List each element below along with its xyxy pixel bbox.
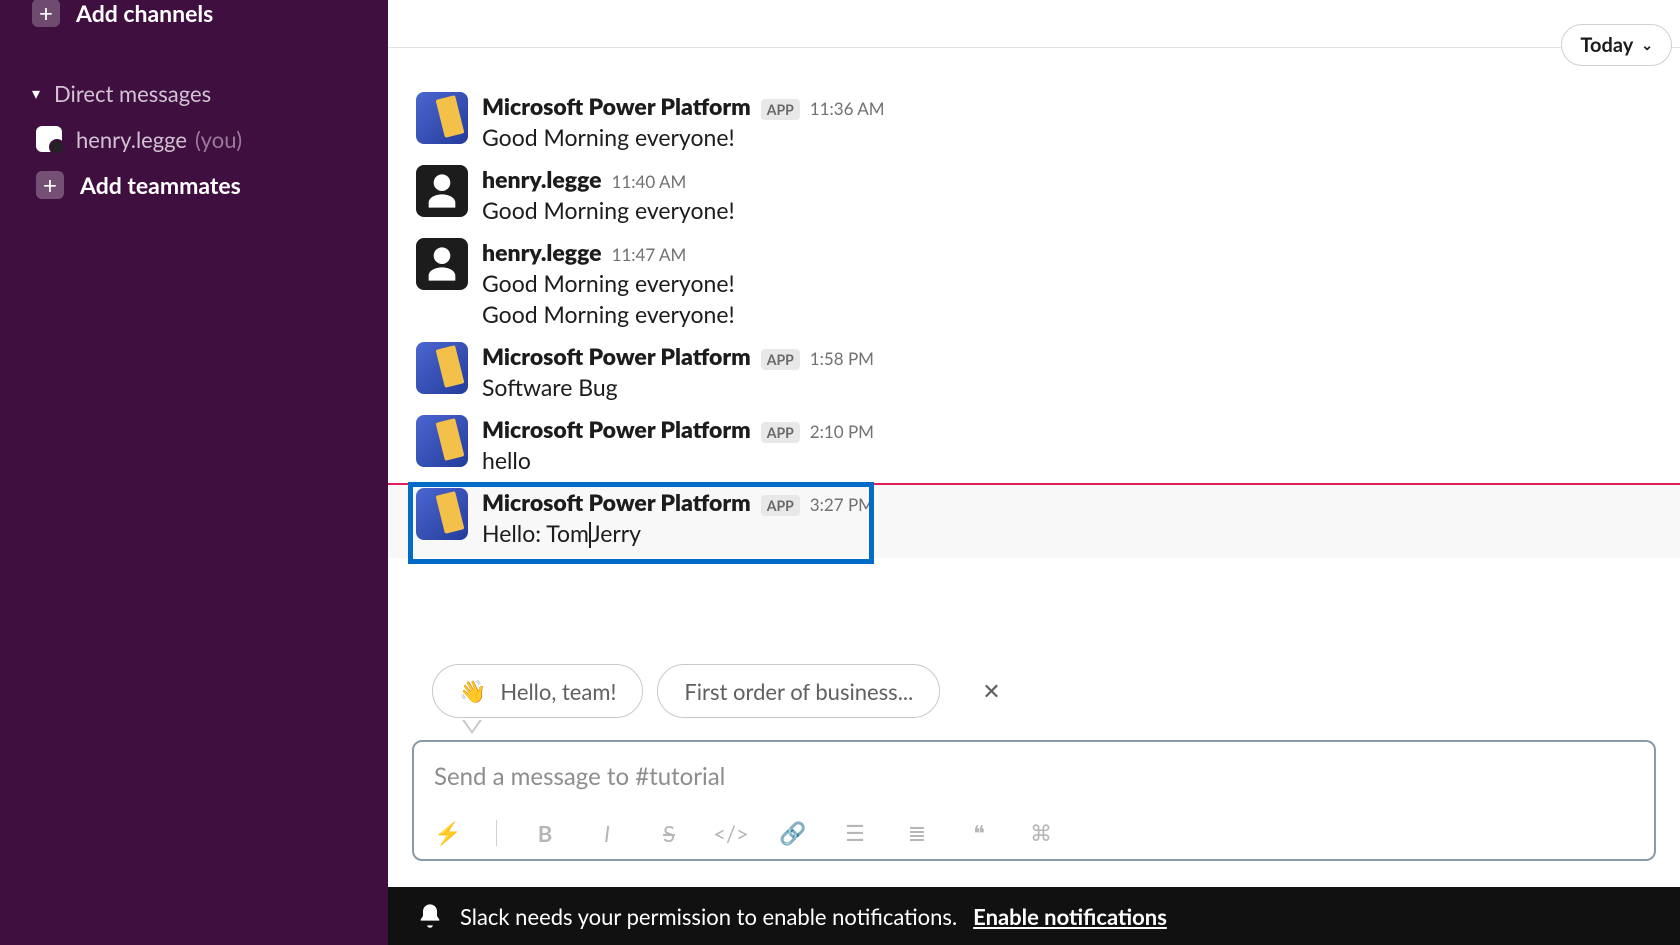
message-timestamp: 11:36 AM: [810, 98, 885, 119]
code-block-icon[interactable]: ⌘: [1027, 819, 1055, 847]
message-row[interactable]: Microsoft Power Platform APP 3:27 PM Hello:…: [388, 484, 1680, 558]
message-timestamp: 2:10 PM: [810, 421, 874, 442]
strikethrough-icon[interactable]: S: [655, 819, 683, 847]
enable-notifications-link[interactable]: Enable notifications: [973, 903, 1167, 930]
app-avatar-icon[interactable]: [416, 488, 468, 540]
message-sender[interactable]: Microsoft Power Platform: [482, 342, 751, 370]
text-cursor-icon: [589, 522, 591, 548]
toolbar-separator: [496, 820, 497, 846]
dm-section-label: Direct messages: [54, 80, 211, 107]
message-sender[interactable]: Microsoft Power Platform: [482, 488, 751, 516]
message-row[interactable]: henry.legge 11:40 AM Good Morning everyone…: [388, 161, 1680, 234]
message-row[interactable]: Microsoft Power Platform APP 2:10 PM hello: [388, 411, 1680, 484]
user-avatar-icon[interactable]: [416, 165, 468, 217]
bold-icon[interactable]: B: [531, 819, 559, 847]
message-composer[interactable]: Send a message to #tutorial ⚡ B I S </> …: [412, 740, 1656, 861]
bell-icon: [416, 902, 444, 930]
italic-icon[interactable]: I: [593, 819, 621, 847]
app-badge: APP: [761, 422, 800, 443]
composer-placeholder: Send a message to #tutorial: [434, 762, 1634, 791]
message-text: Good Morning everyone!: [482, 196, 1666, 224]
shortcuts-icon[interactable]: ⚡: [434, 819, 462, 847]
suggestion-label: First order of business...: [684, 678, 913, 705]
message-timestamp: 3:27 PM: [810, 494, 874, 515]
message-text: Good Morning everyone!: [482, 300, 1666, 328]
composer-toolbar: ⚡ B I S </> 🔗 ☰ ≣ ❝ ⌘: [434, 819, 1634, 847]
ordered-list-icon[interactable]: ☰: [841, 819, 869, 847]
message-sender[interactable]: Microsoft Power Platform: [482, 92, 751, 120]
channel-main: Today ⌄ Microsoft Power Platform APP 11:36…: [388, 0, 1680, 945]
app-avatar-icon[interactable]: [416, 342, 468, 394]
message-sender[interactable]: henry.legge: [482, 165, 602, 193]
message-sender[interactable]: Microsoft Power Platform: [482, 415, 751, 443]
date-divider: Today ⌄: [388, 0, 1680, 48]
message-timestamp: 11:40 AM: [612, 171, 687, 192]
bullet-list-icon[interactable]: ≣: [903, 819, 931, 847]
notification-text: Slack needs your permission to enable no…: [460, 903, 957, 930]
user-avatar-icon[interactable]: [416, 238, 468, 290]
dismiss-suggestions-button[interactable]: ✕: [982, 677, 1000, 705]
app-badge: APP: [761, 99, 800, 120]
message-timestamp: 11:47 AM: [612, 244, 687, 265]
dm-self-you: (you): [195, 126, 242, 153]
chevron-down-icon: ▾: [32, 84, 40, 103]
link-icon[interactable]: 🔗: [779, 819, 807, 847]
message-text: Good Morning everyone!: [482, 123, 1666, 151]
chip-pointer-icon: [462, 720, 482, 734]
dm-self-name: henry.legge: [76, 126, 187, 153]
new-message-line: [388, 483, 1680, 485]
suggested-messages-row: 👋 Hello, team! First order of business..…: [388, 644, 1680, 740]
app-avatar-icon[interactable]: [416, 92, 468, 144]
suggestion-first-order[interactable]: First order of business...: [657, 664, 940, 718]
add-channels-label: Add channels: [76, 0, 213, 27]
message-text: hello: [482, 446, 1666, 474]
avatar-self-icon: [36, 126, 62, 152]
message-row[interactable]: henry.legge 11:47 AM Good Morning everyone…: [388, 234, 1680, 338]
dm-section-header[interactable]: ▾ Direct messages: [0, 70, 388, 116]
message-text: Hello: TomJerry: [482, 519, 1666, 548]
wave-icon: 👋: [459, 677, 486, 705]
blockquote-icon[interactable]: ❝: [965, 819, 993, 847]
message-text: Good Morning everyone!: [482, 269, 1666, 297]
notification-banner: Slack needs your permission to enable no…: [388, 887, 1680, 945]
app-badge: APP: [761, 495, 800, 516]
message-text: Software Bug: [482, 373, 1666, 401]
message-timestamp: 1:58 PM: [810, 348, 874, 369]
dm-self-item[interactable]: henry.legge (you): [0, 116, 388, 162]
sidebar: + Add channels ▾ Direct messages henry.l…: [0, 0, 388, 945]
add-channels-button[interactable]: + Add channels: [0, 0, 388, 36]
add-teammates-label: Add teammates: [80, 171, 241, 199]
suggestion-label: Hello, team!: [500, 678, 616, 705]
message-list: Microsoft Power Platform APP 11:36 AM Good …: [388, 48, 1680, 644]
code-icon[interactable]: </>: [717, 819, 745, 847]
message-row[interactable]: Microsoft Power Platform APP 1:58 PM Softwa…: [388, 338, 1680, 411]
app-avatar-icon[interactable]: [416, 415, 468, 467]
add-teammates-button[interactable]: + Add teammates: [0, 162, 388, 208]
plus-icon: +: [32, 0, 60, 27]
message-row[interactable]: Microsoft Power Platform APP 11:36 AM Good …: [388, 88, 1680, 161]
suggestion-hello-team[interactable]: 👋 Hello, team!: [432, 664, 643, 718]
plus-icon: +: [36, 171, 64, 199]
app-badge: APP: [761, 349, 800, 370]
message-sender[interactable]: henry.legge: [482, 238, 602, 266]
